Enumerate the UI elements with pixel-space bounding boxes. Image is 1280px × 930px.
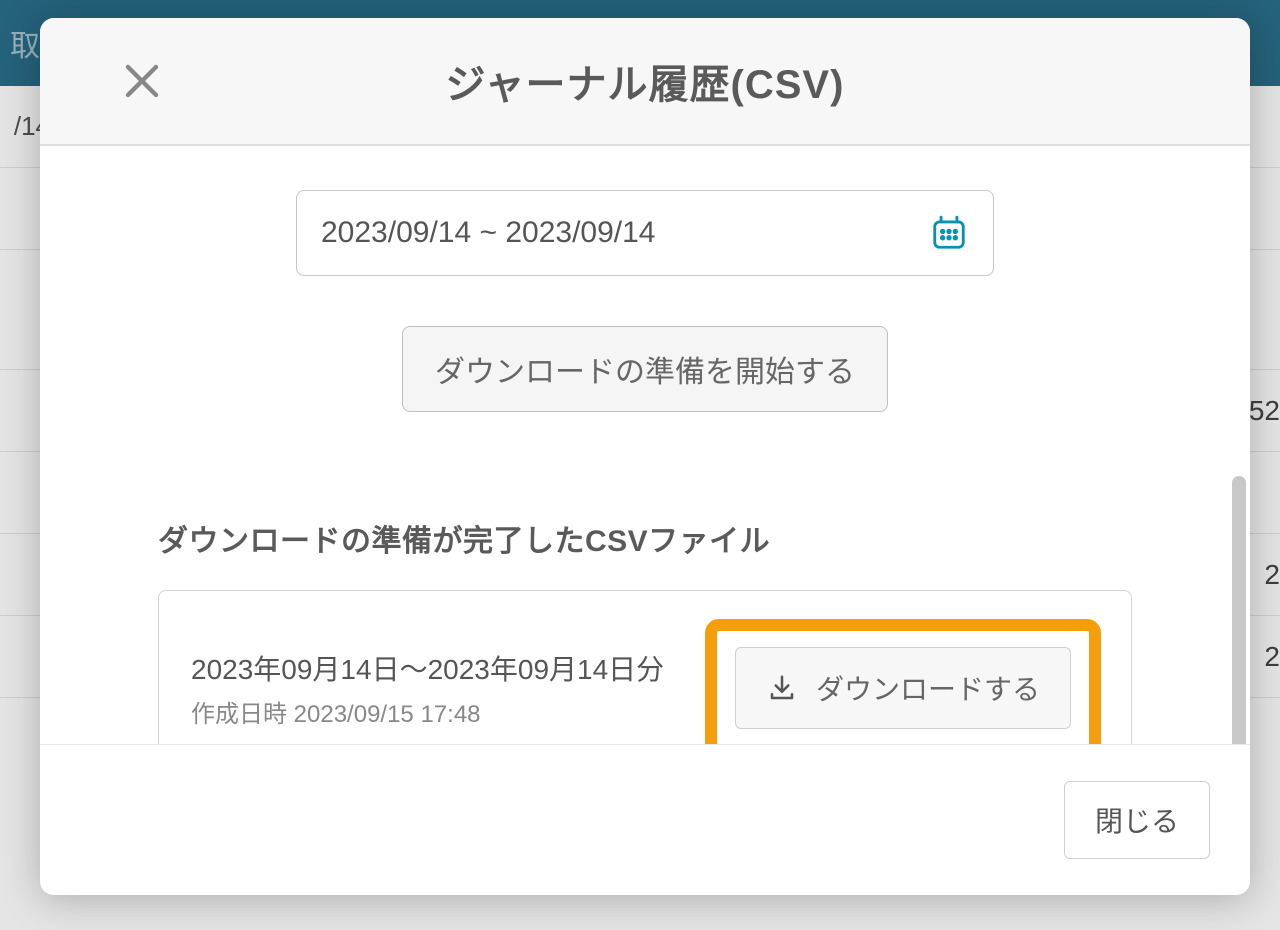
file-name: 2023年09月14日〜2023年09月14日分 <box>191 648 664 688</box>
prepare-download-button[interactable]: ダウンロードの準備を開始する <box>402 326 888 412</box>
close-icon[interactable] <box>118 57 166 105</box>
date-range-text: 2023/09/14 ~ 2023/09/14 <box>321 216 655 250</box>
file-info: 2023年09月14日〜2023年09月14日分 作成日時 2023/09/15… <box>191 648 664 729</box>
download-button[interactable]: ダウンロードする <box>735 647 1071 729</box>
date-range-input[interactable]: 2023/09/14 ~ 2023/09/14 <box>296 190 994 276</box>
scrollbar-thumb[interactable] <box>1232 476 1246 744</box>
modal-footer: 閉じる <box>40 744 1250 895</box>
prepare-button-wrapper: ダウンロードの準備を開始する <box>80 326 1210 412</box>
file-card: 2023年09月14日〜2023年09月14日分 作成日時 2023/09/15… <box>158 590 1132 744</box>
file-created-at: 作成日時 2023/09/15 17:48 <box>191 694 664 729</box>
download-button-label: ダウンロードする <box>816 668 1040 708</box>
calendar-icon <box>929 213 969 253</box>
modal-header: ジャーナル履歴(CSV) <box>40 18 1250 146</box>
journal-csv-modal: ジャーナル履歴(CSV) 2023/09/14 ~ 2023/09/14 <box>40 18 1250 895</box>
download-icon <box>766 672 798 704</box>
date-range-wrapper: 2023/09/14 ~ 2023/09/14 <box>80 190 1210 276</box>
modal-body: 2023/09/14 ~ 2023/09/14 <box>40 146 1250 744</box>
close-button[interactable]: 閉じる <box>1064 781 1210 859</box>
ready-files-heading: ダウンロードの準備が完了したCSVファイル <box>158 516 1210 560</box>
modal-title: ジャーナル履歴(CSV) <box>80 52 1210 110</box>
download-highlight-box: ダウンロードする <box>705 619 1101 744</box>
